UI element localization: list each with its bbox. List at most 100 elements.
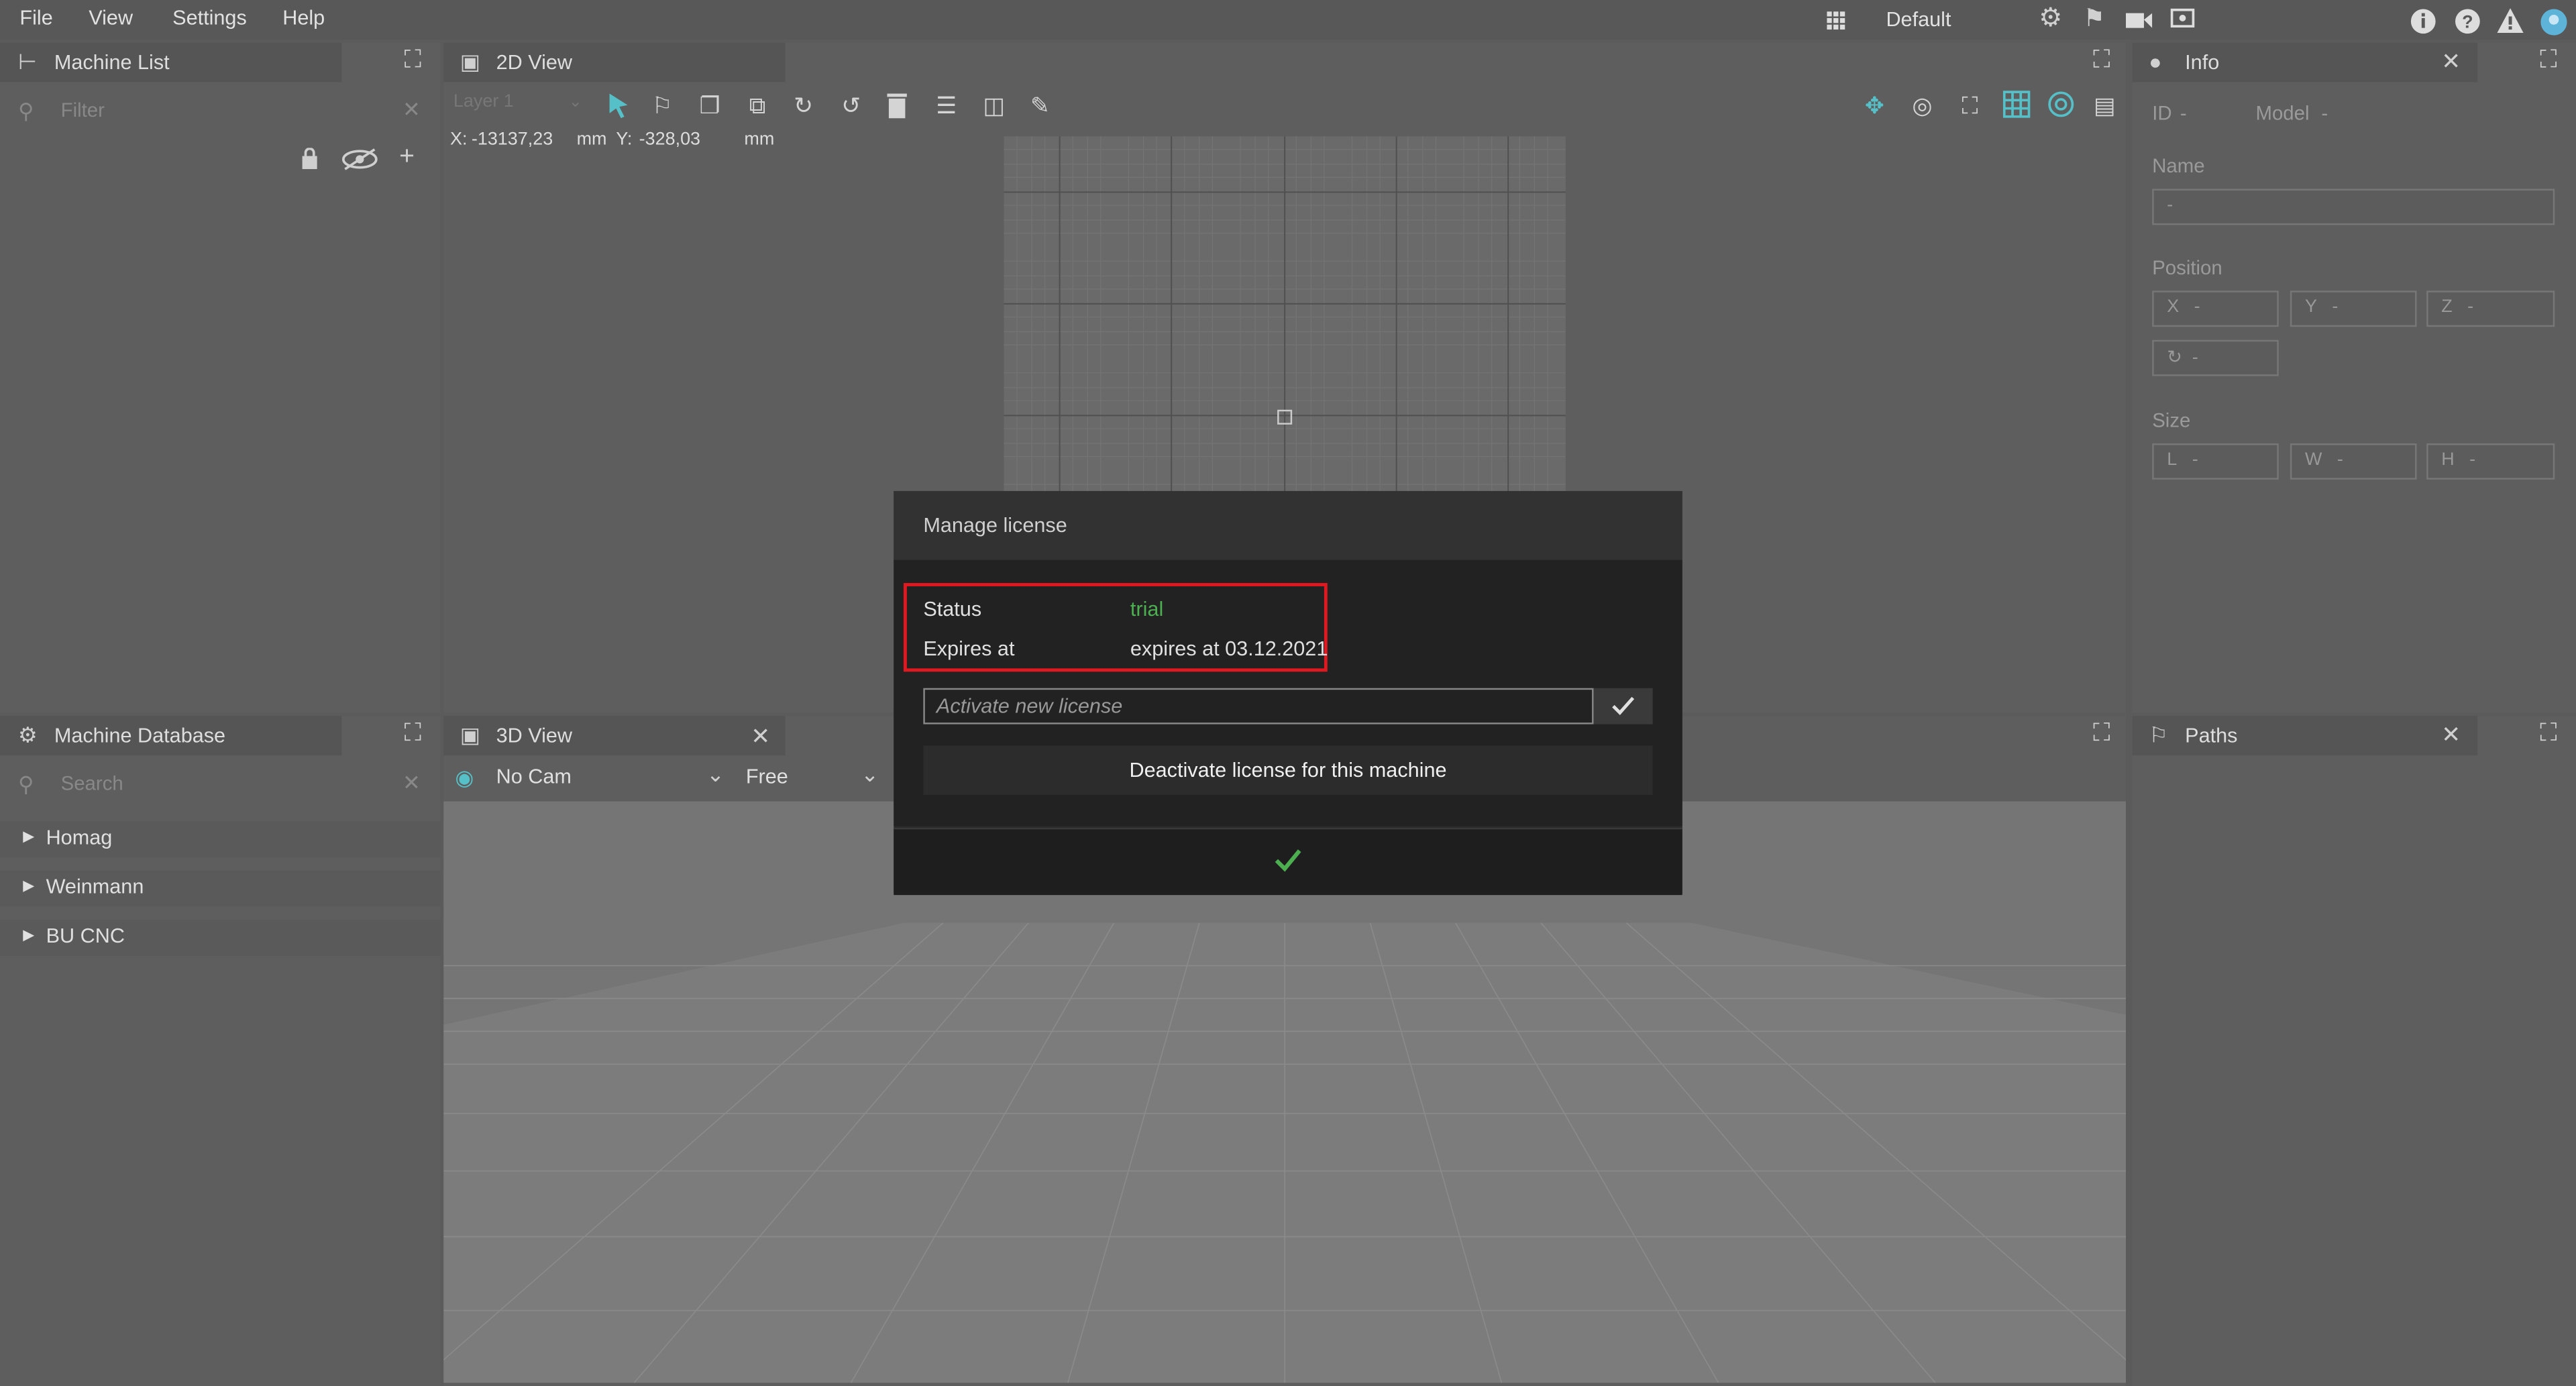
close-icon[interactable]: ✕: [2441, 49, 2461, 72]
maximize-icon[interactable]: ⛶: [2540, 721, 2557, 746]
clear-filter-icon[interactable]: ✕: [402, 98, 421, 121]
mode-select[interactable]: Free: [746, 765, 788, 788]
maximize-icon[interactable]: ⛶: [2540, 48, 2557, 72]
paths-panel: ⚐ Paths ✕ ⛶: [2132, 716, 2576, 1386]
position-y-field[interactable]: Y -: [2290, 290, 2417, 327]
machine-db-item-homag: Homag: [46, 826, 113, 849]
chevron-down-icon[interactable]: ⌄: [706, 763, 724, 786]
close-icon[interactable]: ✕: [751, 725, 770, 747]
cursor-y-label: Y:: [616, 129, 633, 150]
menu-settings[interactable]: Settings: [172, 7, 247, 30]
machine-db-title-bar: ⚙ Machine Database: [0, 716, 342, 756]
view-3d-title-bar: ▣ 3D View ✕: [443, 716, 786, 756]
chevron-down-icon[interactable]: ⌄: [861, 763, 879, 786]
expand-arrow-icon[interactable]: ▶: [23, 877, 34, 895]
copy-icon[interactable]: ❐: [692, 87, 728, 123]
menu-file[interactable]: File: [19, 7, 52, 30]
clear-search-icon[interactable]: ✕: [402, 771, 421, 795]
trash-icon[interactable]: [885, 91, 908, 120]
machine-database-panel: ⚙ Machine Database ⛶ ⚲ Search ✕ ▶ Homag ▶…: [0, 716, 441, 1386]
confirm-checkmark-icon[interactable]: [1275, 849, 1301, 872]
name-value: -: [2167, 195, 2174, 215]
fit-view-icon[interactable]: ⛶: [1951, 87, 1988, 123]
select-arrow-icon[interactable]: [603, 91, 633, 120]
size-l-field[interactable]: L -: [2152, 443, 2279, 480]
maximize-icon[interactable]: ⛶: [2093, 721, 2110, 746]
size-h-field[interactable]: H -: [2426, 443, 2555, 480]
w-value: -: [2337, 449, 2343, 470]
machine-list-title-bar: ⊢ Machine List: [0, 42, 342, 83]
camera-select[interactable]: No Cam: [496, 765, 572, 788]
export-pdf-icon[interactable]: ▤: [2086, 87, 2123, 123]
screen-record-icon[interactable]: [2170, 8, 2195, 31]
machine-db-item-weinmann: Weinmann: [46, 875, 144, 899]
layout-select[interactable]: Default: [1886, 8, 1951, 31]
position-x-field[interactable]: X -: [2152, 290, 2279, 327]
grid-canvas[interactable]: [1004, 136, 1566, 494]
expand-arrow-icon[interactable]: ▶: [23, 828, 34, 846]
list-item[interactable]: ▶ Homag: [0, 821, 441, 857]
duplicate-icon[interactable]: ⧉: [739, 87, 775, 123]
model-value: -: [2321, 101, 2328, 125]
lock-icon[interactable]: [301, 148, 319, 170]
menu-help[interactable]: Help: [282, 7, 325, 30]
user-avatar-icon[interactable]: [2540, 8, 2568, 36]
l-value: -: [2192, 449, 2198, 470]
list-item[interactable]: ▶ Weinmann: [0, 870, 441, 907]
flag-icon[interactable]: ⚑: [2083, 7, 2105, 32]
svg-text:?: ?: [2462, 12, 2473, 32]
select-path-icon[interactable]: ⚐: [644, 87, 680, 123]
settings-gear-icon[interactable]: ⚙: [2039, 6, 2062, 32]
snap-icon[interactable]: [2047, 91, 2075, 119]
center-view-icon[interactable]: ◎: [1904, 87, 1940, 123]
license-key-input[interactable]: Activate new license: [923, 688, 1594, 725]
move-icon[interactable]: ✥: [1856, 87, 1892, 123]
rotation-field[interactable]: ↻ -: [2152, 339, 2279, 376]
name-field[interactable]: -: [2152, 189, 2555, 225]
camera-icon[interactable]: [2126, 11, 2153, 30]
position-z-field[interactable]: Z -: [2426, 290, 2555, 327]
hide-eye-icon[interactable]: [340, 148, 380, 170]
help-icon[interactable]: ?: [2455, 8, 2481, 34]
chevron-down-icon[interactable]: ⌄: [568, 92, 582, 115]
view-2d-title-bar: ▣ 2D View: [443, 42, 786, 83]
view-2d-title: 2D View: [496, 50, 573, 74]
rotation-value: -: [2192, 348, 2198, 368]
grid-toggle-icon[interactable]: [2002, 91, 2031, 119]
maximize-icon[interactable]: ⛶: [404, 48, 421, 72]
search-icon: ⚲: [17, 771, 34, 797]
machine-list-panel: ⊢ Machine List ⛶ ⚲ Filter ✕ +: [0, 42, 441, 713]
layer-select[interactable]: Layer 1: [453, 92, 514, 111]
x-value: -: [2194, 297, 2200, 317]
expand-arrow-icon[interactable]: ▶: [23, 926, 34, 945]
maximize-icon[interactable]: ⛶: [2093, 48, 2110, 72]
list-item[interactable]: ▶ BU CNC: [0, 919, 441, 956]
path-icon: ⚐: [2149, 723, 2168, 747]
dialog-header: Manage license: [894, 490, 1682, 560]
deactivate-license-button[interactable]: Deactivate license for this machine: [923, 745, 1653, 795]
camera-icon: ◉: [455, 765, 474, 790]
info-title-bar: ● Info: [2132, 42, 2478, 83]
y-value: -: [2332, 297, 2339, 317]
activate-license-button[interactable]: [1593, 688, 1653, 725]
rotate-cw-icon[interactable]: ↻: [786, 87, 822, 123]
close-icon[interactable]: ✕: [2441, 723, 2461, 745]
layout-grid-icon[interactable]: [1827, 11, 1846, 30]
search-input[interactable]: Search: [61, 772, 123, 795]
align-horizontal-icon[interactable]: ☰: [928, 87, 965, 123]
add-icon[interactable]: +: [399, 144, 415, 170]
pipette-icon[interactable]: ✎: [1022, 87, 1058, 123]
dialog-body: Status trial Expires at expires at 03.12…: [894, 559, 1682, 827]
machine-db-title: Machine Database: [54, 724, 226, 747]
dialog-footer: [894, 827, 1682, 896]
cursor-x-unit: mm: [576, 129, 607, 150]
warning-icon[interactable]: [2497, 8, 2524, 33]
menu-view[interactable]: View: [89, 7, 133, 30]
id-value: -: [2180, 101, 2187, 125]
filter-input[interactable]: Filter: [61, 99, 105, 121]
rotate-ccw-icon[interactable]: ↺: [833, 87, 869, 123]
maximize-icon[interactable]: ⛶: [404, 721, 421, 746]
mirror-icon[interactable]: ◫: [976, 87, 1012, 123]
info-icon[interactable]: [2410, 8, 2436, 34]
size-w-field[interactable]: W -: [2290, 443, 2417, 480]
